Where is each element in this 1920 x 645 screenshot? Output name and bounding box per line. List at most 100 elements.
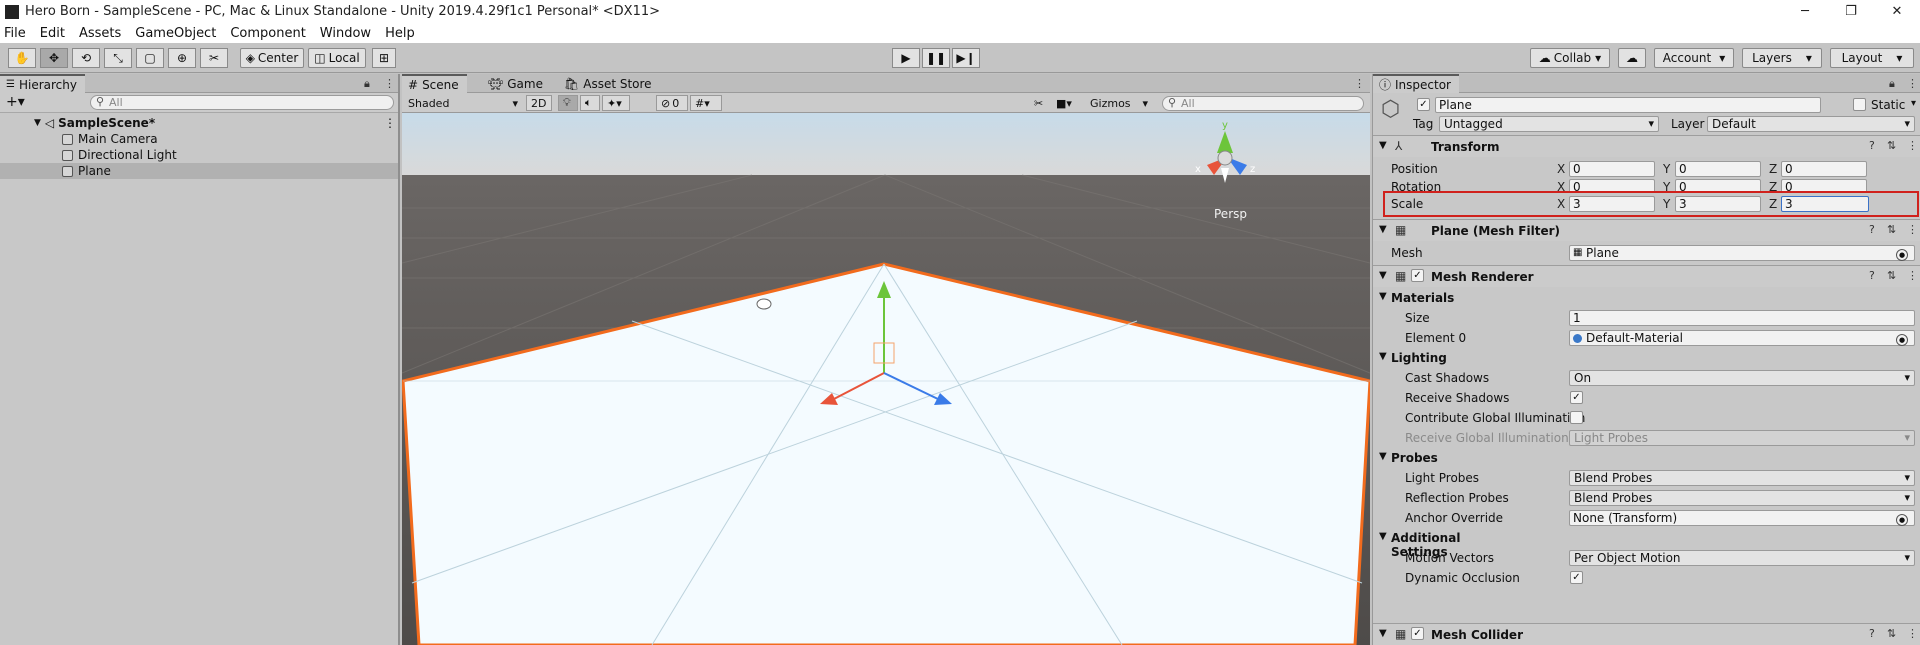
panel-menu-icon[interactable]: ⋮ <box>384 77 395 90</box>
list-item[interactable]: Main Camera <box>0 131 398 147</box>
receive-shadows-checkbox[interactable]: ✓ <box>1570 391 1583 404</box>
rotation-y-field[interactable]: 0 <box>1675 179 1761 191</box>
expand-arrow-icon[interactable]: ▼ <box>34 118 41 128</box>
mesh-renderer-enabled-checkbox[interactable]: ✓ <box>1411 269 1424 282</box>
lock-icon[interactable]: 🔒︎ <box>1889 77 1895 91</box>
tab-inspector[interactable]: ⓘ Inspector <box>1373 74 1459 93</box>
step-button[interactable]: ▶❙ <box>952 48 980 68</box>
mesh-filter-header[interactable]: ▼ ▦ Plane (Mesh Filter) ? ⇅ ⋮ <box>1373 219 1920 241</box>
collab-dropdown[interactable]: ☁ Collab ▾ <box>1530 48 1610 68</box>
expand-arrow-icon[interactable]: ▼ <box>1379 351 1387 362</box>
pivot-rotation-button[interactable]: ◫ Local <box>308 48 366 68</box>
account-dropdown[interactable]: Account ▾ <box>1654 48 1734 68</box>
pause-button[interactable]: ❚❚ <box>922 48 950 68</box>
presets-icon[interactable]: ⇅ <box>1887 223 1896 236</box>
contribute-gi-checkbox[interactable] <box>1570 411 1583 424</box>
effects-toggle-icon[interactable]: ✦▾ <box>602 95 630 111</box>
list-item[interactable]: Directional Light <box>0 147 398 163</box>
dynamic-occlusion-checkbox[interactable]: ✓ <box>1570 571 1583 584</box>
custom-tool-icon[interactable]: ✂ <box>200 48 228 68</box>
tab-game[interactable]: 👾︎ Game <box>482 74 551 93</box>
scene-viewport[interactable]: y x z Persp <box>402 113 1370 645</box>
scale-tool-icon[interactable]: ⤡ <box>104 48 132 68</box>
expand-arrow-icon[interactable]: ▼ <box>1379 628 1387 639</box>
menu-component[interactable]: Component <box>230 26 305 41</box>
static-checkbox[interactable] <box>1853 98 1866 111</box>
component-menu-icon[interactable]: ⋮ <box>1907 269 1918 282</box>
tools-icon[interactable]: ✂ <box>1030 95 1050 111</box>
transform-header[interactable]: ▼ ⅄ Transform ? ⇅ ⋮ <box>1373 135 1920 157</box>
scale-x-field[interactable]: 3 <box>1569 196 1655 212</box>
object-name-field[interactable]: Plane <box>1435 97 1821 113</box>
material-field[interactable]: Default-Material ● <box>1569 330 1915 346</box>
presets-icon[interactable]: ⇅ <box>1887 627 1896 640</box>
motion-vectors-dropdown[interactable]: Per Object Motion <box>1569 550 1915 566</box>
presets-icon[interactable]: ⇅ <box>1887 139 1896 152</box>
transform-tool-icon[interactable]: ⊕ <box>168 48 196 68</box>
expand-arrow-icon[interactable]: ▼ <box>1379 531 1387 542</box>
menu-help[interactable]: Help <box>385 26 415 41</box>
list-item[interactable]: Plane <box>0 163 398 179</box>
materials-size-field[interactable]: 1 <box>1569 310 1915 326</box>
tab-asset-store[interactable]: 🛍︎ Asset Store <box>558 74 660 93</box>
mesh-collider-enabled-checkbox[interactable]: ✓ <box>1411 627 1424 640</box>
help-icon[interactable]: ? <box>1869 223 1875 236</box>
static-dropdown-icon[interactable]: ▾ <box>1911 98 1916 109</box>
anchor-override-field[interactable]: None (Transform) ● <box>1569 510 1915 526</box>
cast-shadows-dropdown[interactable]: On <box>1569 370 1915 386</box>
mesh-renderer-header[interactable]: ▼ ▦ ✓ Mesh Renderer ? ⇅ ⋮ <box>1373 265 1920 287</box>
projection-label[interactable]: Persp <box>1214 207 1247 221</box>
help-icon[interactable]: ? <box>1869 139 1875 152</box>
component-menu-icon[interactable]: ⋮ <box>1907 627 1918 640</box>
scale-y-field[interactable]: 3 <box>1675 196 1761 212</box>
layout-dropdown[interactable]: Layout ▾ <box>1830 48 1914 68</box>
mesh-field[interactable]: ▦ Plane ● <box>1569 245 1915 261</box>
light-gizmo-icon[interactable] <box>756 298 772 310</box>
scene-root-row[interactable]: ▼ ◁ SampleScene* ⋮ <box>0 115 398 131</box>
maximize-button[interactable]: ❐ <box>1828 0 1874 23</box>
camera-icon[interactable]: ■▾ <box>1052 95 1082 111</box>
object-picker-icon[interactable]: ● <box>1896 334 1908 346</box>
menu-assets[interactable]: Assets <box>79 26 121 41</box>
cloud-icon[interactable]: ☁ <box>1618 48 1646 68</box>
hand-tool-icon[interactable]: ✋ <box>8 48 36 68</box>
expand-arrow-icon[interactable]: ▼ <box>1379 140 1387 151</box>
active-checkbox[interactable]: ✓ <box>1417 98 1430 111</box>
rotation-x-field[interactable]: 0 <box>1569 179 1655 191</box>
lock-icon[interactable]: 🔒︎ <box>364 77 370 91</box>
play-button[interactable]: ▶ <box>892 48 920 68</box>
tag-dropdown[interactable]: Untagged <box>1439 116 1659 132</box>
expand-arrow-icon[interactable]: ▼ <box>1379 291 1387 302</box>
component-menu-icon[interactable]: ⋮ <box>1907 223 1918 236</box>
layer-dropdown[interactable]: Default <box>1707 116 1915 132</box>
hidden-objects-toggle[interactable]: ⊘ 0 <box>656 95 688 111</box>
position-x-field[interactable]: 0 <box>1569 161 1655 177</box>
tab-hierarchy[interactable]: ☰ Hierarchy <box>0 74 85 93</box>
rect-tool-icon[interactable]: ▢ <box>136 48 164 68</box>
help-icon[interactable]: ? <box>1869 269 1875 282</box>
expand-arrow-icon[interactable]: ▼ <box>1379 224 1387 235</box>
object-picker-icon[interactable]: ● <box>1896 514 1908 526</box>
layers-dropdown[interactable]: Layers ▾ <box>1742 48 1822 68</box>
scene-menu-icon[interactable]: ⋮ <box>384 116 396 130</box>
hierarchy-search-input[interactable]: All <box>90 95 394 110</box>
help-icon[interactable]: ? <box>1869 627 1875 640</box>
lighting-toggle-icon[interactable]: 💡︎ <box>558 95 578 111</box>
expand-arrow-icon[interactable]: ▼ <box>1379 451 1387 462</box>
scale-z-field[interactable]: 3 <box>1781 196 1869 212</box>
menu-file[interactable]: File <box>4 26 26 41</box>
component-menu-icon[interactable]: ⋮ <box>1907 139 1918 152</box>
rotate-tool-icon[interactable]: ⟲ <box>72 48 100 68</box>
snap-icon[interactable]: ⊞ <box>372 48 396 68</box>
panel-menu-icon[interactable]: ⋮ <box>1907 77 1918 90</box>
move-tool-icon[interactable]: ✥ <box>40 48 68 68</box>
menu-gameobject[interactable]: GameObject <box>135 26 216 41</box>
reflection-probes-dropdown[interactable]: Blend Probes <box>1569 490 1915 506</box>
panel-menu-icon[interactable]: ⋮ <box>1354 77 1365 90</box>
gizmos-dropdown[interactable]: Gizmos ▾ <box>1086 95 1152 111</box>
tab-scene[interactable]: # Scene <box>402 74 467 93</box>
grid-toggle-icon[interactable]: #▾ <box>690 95 722 111</box>
close-button[interactable]: ✕ <box>1874 0 1920 23</box>
menu-window[interactable]: Window <box>320 26 371 41</box>
minimize-button[interactable]: ─ <box>1782 0 1828 23</box>
